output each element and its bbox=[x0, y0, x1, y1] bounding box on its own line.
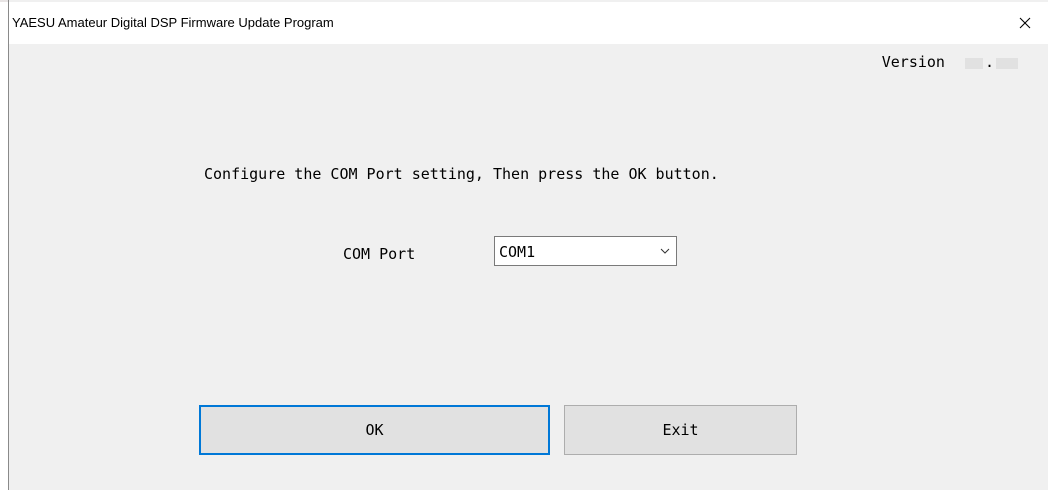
window-title: YAESU Amateur Digital DSP Firmware Updat… bbox=[12, 15, 334, 30]
ok-button[interactable]: OK bbox=[199, 405, 550, 455]
version-area: Version . bbox=[882, 53, 1018, 71]
com-port-selected-value: COM1 bbox=[499, 243, 536, 261]
com-port-label: COM Port bbox=[343, 245, 416, 263]
app-window: YAESU Amateur Digital DSP Firmware Updat… bbox=[8, 0, 1048, 490]
close-icon bbox=[1019, 17, 1031, 29]
title-bar: YAESU Amateur Digital DSP Firmware Updat… bbox=[9, 2, 1048, 44]
version-major-redacted bbox=[964, 57, 983, 69]
com-port-select[interactable]: COM1 bbox=[494, 236, 677, 266]
version-label: Version bbox=[881, 53, 945, 71]
version-minor-redacted bbox=[996, 57, 1018, 69]
exit-button[interactable]: Exit bbox=[564, 405, 797, 455]
ok-button-label: OK bbox=[365, 421, 384, 439]
instruction-text: Configure the COM Port setting, Then pre… bbox=[204, 165, 719, 183]
version-value: . bbox=[964, 52, 1018, 71]
exit-button-label: Exit bbox=[662, 421, 699, 439]
version-separator: . bbox=[984, 52, 994, 71]
chevron-down-icon bbox=[660, 248, 670, 254]
close-button[interactable] bbox=[1002, 2, 1048, 44]
